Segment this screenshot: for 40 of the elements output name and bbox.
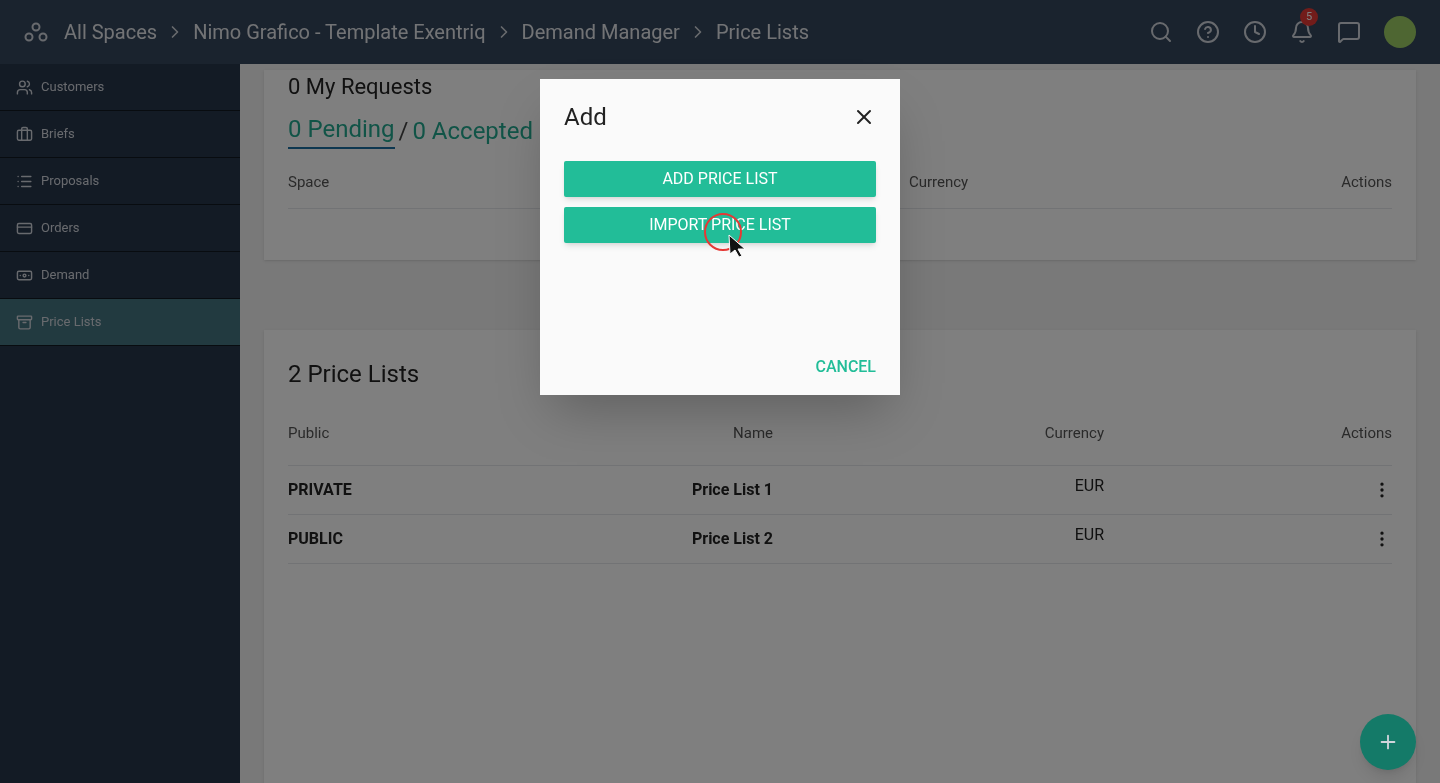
sidebar-item[interactable]: Price Lists bbox=[0, 299, 240, 346]
column-header: Actions bbox=[1340, 423, 1392, 445]
clock-icon[interactable] bbox=[1243, 20, 1267, 44]
help-icon[interactable] bbox=[1196, 20, 1220, 44]
table-cell-text: Price List 1 bbox=[690, 479, 773, 501]
table-cell-text: PUBLIC bbox=[288, 528, 344, 550]
users-icon bbox=[16, 78, 33, 96]
breadcrumb-link[interactable]: Demand Manager bbox=[521, 17, 680, 47]
sidebar-item[interactable]: Proposals bbox=[0, 158, 240, 205]
table-cell-text: PRIVATE bbox=[288, 479, 353, 501]
column-header: Public bbox=[288, 423, 331, 445]
avatar[interactable] bbox=[1384, 16, 1416, 48]
dialog-title: Add bbox=[564, 102, 607, 133]
column-header: Space bbox=[288, 172, 330, 194]
archive-box-icon bbox=[16, 313, 33, 331]
column-header: Currency bbox=[908, 172, 969, 194]
logo-icon[interactable] bbox=[24, 22, 48, 42]
search-icon[interactable] bbox=[1149, 20, 1173, 44]
bell-icon[interactable] bbox=[1290, 20, 1314, 44]
table-cell-text: Price List 2 bbox=[690, 528, 773, 550]
tab-separator: / bbox=[398, 116, 409, 147]
breadcrumb-link[interactable]: All Spaces bbox=[64, 17, 158, 47]
dialog-action-button[interactable]: ADD PRICE LIST bbox=[564, 161, 876, 197]
breadcrumb-link[interactable]: Price Lists bbox=[715, 17, 809, 47]
sidebar-item[interactable]: Customers bbox=[0, 64, 240, 111]
notification-badge: 5 bbox=[1300, 8, 1318, 26]
briefcase-icon bbox=[16, 125, 33, 143]
sidebar-item[interactable]: Briefs bbox=[0, 111, 240, 158]
status-tab[interactable]: 0 Pending bbox=[288, 111, 395, 149]
card-title: 0 My Requests bbox=[288, 73, 433, 101]
column-header: Name bbox=[732, 423, 773, 445]
table-cell-text: EUR bbox=[1073, 524, 1104, 546]
chat-icon[interactable] bbox=[1337, 20, 1361, 44]
status-tab[interactable]: 0 Accepted bbox=[412, 113, 533, 149]
column-header: Currency bbox=[1043, 423, 1104, 445]
sidebar-item[interactable]: Orders bbox=[0, 205, 240, 252]
table-cell-text: EUR bbox=[1073, 475, 1104, 497]
breadcrumb-link[interactable]: Nimo Grafico - Template Exentriq bbox=[193, 17, 486, 47]
column-header: Actions bbox=[1341, 172, 1392, 194]
card-title: 2 Price Lists bbox=[288, 359, 420, 390]
